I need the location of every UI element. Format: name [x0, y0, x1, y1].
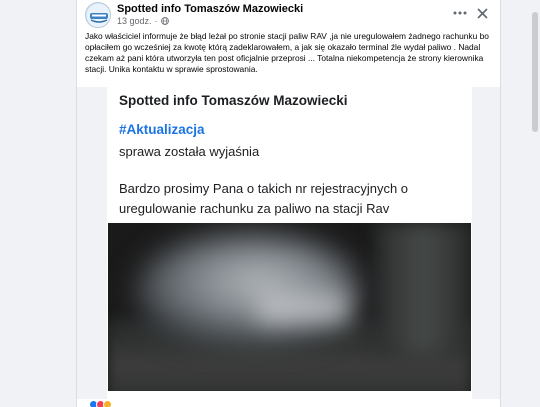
post-header: Spotted info Tomaszów Mazowiecki 13 godz… [77, 0, 500, 30]
more-options-button[interactable] [451, 4, 469, 22]
shared-image-area[interactable]: Spotted info Tomaszów Mazowiecki #Aktual… [77, 87, 500, 399]
meta-separator: · [154, 16, 158, 26]
photo-highlight [258, 293, 348, 323]
reactions-summary[interactable] [89, 400, 112, 407]
post-footer [77, 399, 500, 407]
photo-wall [376, 223, 471, 353]
more-options-icon [453, 11, 467, 15]
post-time[interactable]: 13 godz. [117, 16, 152, 26]
page-avatar[interactable] [85, 2, 111, 28]
hashtag-link[interactable]: #Aktualizacja [119, 122, 205, 137]
close-icon [476, 7, 488, 19]
photo-car [138, 233, 358, 343]
post-meta: 13 godz. · [117, 16, 169, 26]
shared-status-line: sprawa została wyjaśnia [119, 144, 260, 159]
shared-request-text: Bardzo prosimy Pana o takich nr rejestra… [119, 181, 409, 216]
post-author-name[interactable]: Spotted info Tomaszów Mazowiecki [117, 3, 303, 15]
shared-screenshot: Spotted info Tomaszów Mazowiecki #Aktual… [107, 87, 472, 399]
blurred-car-photo [108, 223, 471, 391]
scrollbar-thumb[interactable] [532, 12, 538, 132]
close-post-button[interactable] [473, 4, 491, 22]
globe-icon [160, 17, 169, 25]
post-card: Spotted info Tomaszów Mazowiecki 13 godz… [76, 0, 501, 407]
shared-page-title: Spotted info Tomaszów Mazowiecki [119, 93, 348, 108]
avatar-logo-icon [87, 4, 110, 27]
haha-reaction-icon [103, 400, 112, 407]
post-body-text: Jako właściciel informuje że błąd leżał … [85, 31, 489, 74]
